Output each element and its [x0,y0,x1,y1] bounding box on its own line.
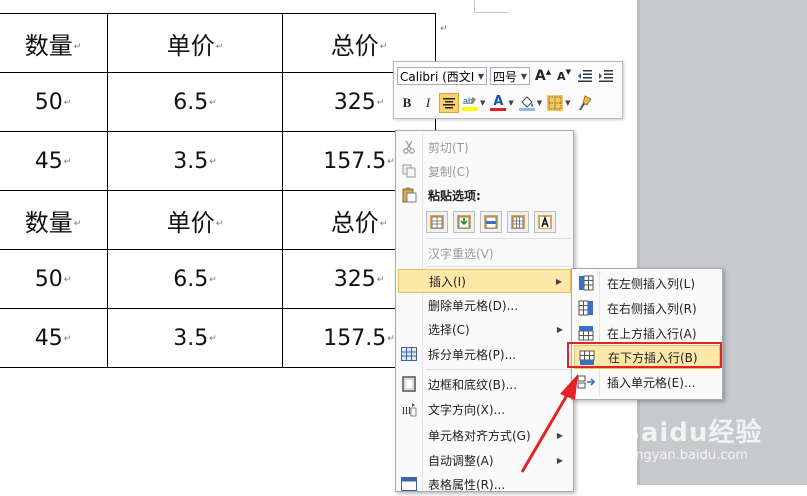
watermark-logo: Baidu经验 [620,418,763,448]
watermark-url: jingyan.baidu.com [628,448,748,463]
